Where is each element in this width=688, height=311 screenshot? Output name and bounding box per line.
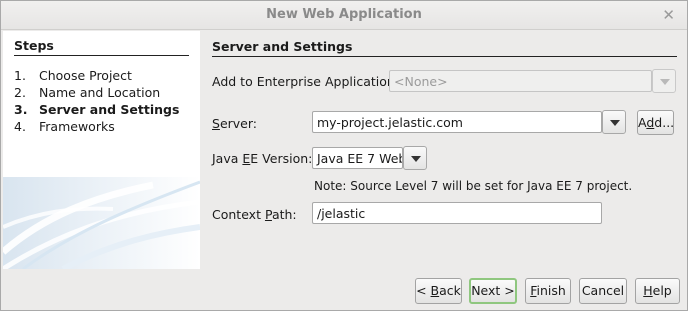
context-path-input[interactable]: /jelastic — [312, 202, 602, 224]
java-ee-version-label: Java EE Version: — [212, 151, 312, 166]
step-server-and-settings: 3. Server and Settings — [14, 102, 179, 117]
context-label-pre: Context — [212, 207, 265, 222]
chevron-down-icon — [411, 156, 421, 162]
back-label-mnemonic: B — [430, 283, 440, 298]
title-bar[interactable]: New Web Application ✕ — [1, 1, 687, 30]
step-name-and-location: 2. Name and Location — [14, 85, 160, 100]
steps-divider — [14, 55, 189, 56]
window-title: New Web Application — [266, 7, 422, 22]
close-icon[interactable]: ✕ — [662, 6, 675, 24]
step-label: Name and Location — [39, 85, 161, 100]
java-ee-version-select[interactable]: Java EE 7 Web — [312, 147, 403, 169]
server-select[interactable]: my-project.jelastic.com — [312, 111, 602, 133]
next-button[interactable]: Next > — [469, 278, 517, 304]
step-label: Server and Settings — [39, 102, 180, 117]
back-label-pre: < — [416, 283, 431, 298]
finish-button[interactable]: Finish — [525, 278, 571, 304]
dialog-window: New Web Application ✕ Steps 1. Choose Pro… — [0, 0, 688, 311]
help-button[interactable]: Help — [635, 278, 680, 304]
context-path-label: Context Path: — [212, 207, 297, 222]
server-label: Server: — [212, 116, 257, 131]
steps-heading: Steps — [14, 38, 54, 53]
javaee-label-post: E Version: — [250, 151, 313, 166]
section-heading: Server and Settings — [212, 39, 353, 54]
enterprise-app-select[interactable]: <None> — [389, 70, 652, 92]
decorative-swoosh-graphic — [3, 177, 200, 269]
enterprise-app-dropdown-button[interactable] — [652, 69, 676, 93]
steps-panel: Steps 1. Choose Project 2. Name and Locati… — [3, 31, 200, 269]
step-number: 2. — [14, 85, 26, 100]
step-label: Choose Project — [39, 68, 132, 83]
help-label-post: elp — [652, 283, 672, 298]
java-ee-version-dropdown-button[interactable] — [403, 146, 427, 170]
section-divider — [212, 56, 677, 57]
context-label-mnemonic: P — [264, 207, 272, 222]
chevron-down-icon — [610, 120, 620, 126]
back-label-post: ack — [439, 283, 461, 298]
step-number: 1. — [14, 68, 26, 83]
step-choose-project: 1. Choose Project — [14, 68, 132, 83]
back-button[interactable]: < Back — [415, 278, 462, 304]
step-frameworks: 4. Frameworks — [14, 119, 115, 134]
step-number: 3. — [14, 102, 28, 117]
javaee-label-pre: Java — [212, 151, 243, 166]
help-label-mnemonic: H — [643, 283, 653, 298]
source-level-note: Note: Source Level 7 will be set for Jav… — [314, 179, 633, 193]
server-dropdown-button[interactable] — [602, 110, 626, 134]
server-label-post: erver: — [219, 116, 257, 131]
add-server-button[interactable]: Add... — [637, 110, 674, 135]
step-label: Frameworks — [39, 119, 115, 134]
add-label-post: d... — [654, 115, 675, 130]
step-number: 4. — [14, 119, 26, 134]
context-label-post: ath: — [271, 207, 297, 222]
finish-label-post: inish — [536, 283, 566, 298]
enterprise-app-label: Add to Enterprise Application: — [212, 74, 400, 89]
cancel-button[interactable]: Cancel — [579, 278, 627, 304]
chevron-down-icon — [660, 79, 670, 85]
server-label-mnemonic: S — [212, 116, 220, 131]
